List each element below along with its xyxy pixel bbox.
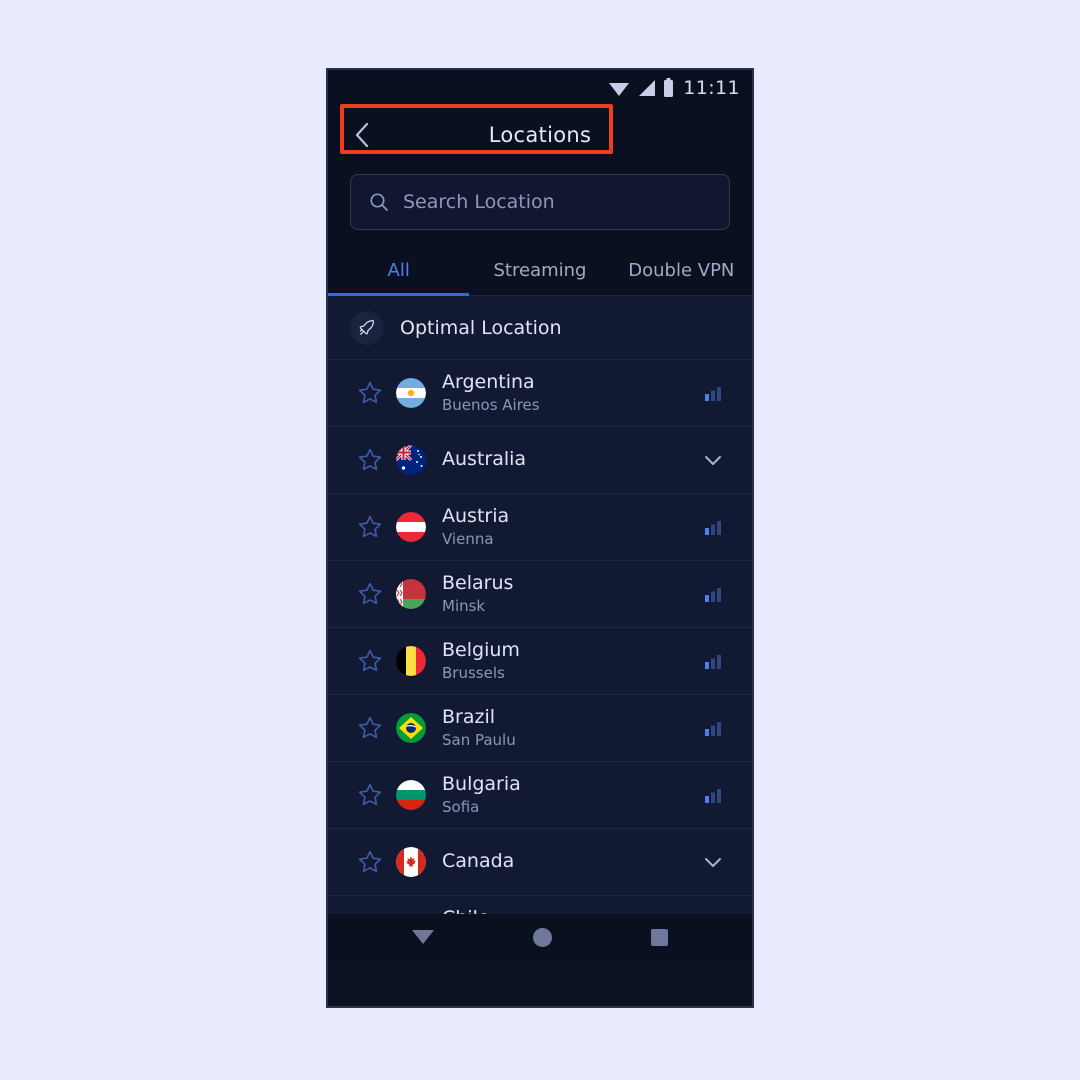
canada-flag — [396, 847, 426, 877]
city-name: Sofia — [442, 797, 480, 816]
belgium-flag — [396, 646, 426, 676]
location-row-argentina[interactable]: Argentina Buenos Aires — [328, 360, 752, 427]
country-name: Brazil — [442, 705, 496, 728]
favorite-star-icon[interactable] — [350, 380, 390, 406]
chevron-down-icon[interactable] — [696, 851, 730, 873]
belarus-flag — [396, 579, 426, 609]
screenshot-root: 11:11 Locations Search Location All Stre… — [0, 0, 1080, 1080]
optimal-location-row[interactable]: Optimal Location — [328, 296, 752, 360]
favorite-star-icon[interactable] — [350, 715, 390, 741]
location-names: Austria Vienna — [442, 505, 696, 549]
signal-bars-icon — [696, 786, 730, 804]
australia-flag — [396, 445, 426, 475]
battery-icon — [664, 78, 674, 97]
country-name: Australia — [442, 448, 527, 471]
bulgaria-flag — [396, 780, 426, 810]
country-name: Austria — [442, 504, 510, 527]
location-row-brazil[interactable]: Brazil San Paulu — [328, 695, 752, 762]
recents-nav-button[interactable] — [651, 928, 669, 946]
city-name: Vienna — [442, 529, 494, 548]
tab-streaming[interactable]: Streaming — [469, 244, 610, 296]
wifi-icon — [609, 83, 630, 96]
search-section: Search Location — [328, 164, 752, 244]
favorite-star-icon[interactable] — [350, 581, 390, 607]
search-placeholder: Search Location — [403, 191, 555, 213]
location-row-australia[interactable]: Australia — [328, 427, 752, 494]
country-name: Belgium — [442, 638, 520, 661]
favorite-star-icon[interactable] — [350, 514, 390, 540]
location-names: Brazil San Paulu — [442, 706, 696, 750]
android-nav-bar — [328, 914, 752, 960]
optimal-location-label: Optimal Location — [400, 316, 562, 339]
country-name: Bulgaria — [442, 772, 521, 795]
austria-flag — [396, 512, 426, 542]
location-row-canada[interactable]: Canada — [328, 829, 752, 896]
location-names: Canada — [442, 850, 696, 874]
city-name: Minsk — [442, 596, 486, 615]
rocket-icon — [350, 310, 384, 345]
location-names: Australia — [442, 448, 696, 472]
location-row-bulgaria[interactable]: Bulgaria Sofia — [328, 762, 752, 829]
title-bar: Locations — [328, 106, 752, 164]
location-row-chile[interactable]: Chile Santiago — [328, 896, 752, 914]
signal-bars-icon — [696, 518, 730, 536]
city-name: Buenos Aires — [442, 395, 540, 414]
location-names: Chile Santiago — [442, 907, 696, 914]
search-icon — [370, 193, 388, 211]
locations-list[interactable]: Optimal Location Argentina Buenos Aires … — [328, 296, 752, 914]
country-name: Canada — [442, 850, 515, 873]
signal-bars-icon — [696, 384, 730, 402]
search-input[interactable]: Search Location — [350, 174, 730, 230]
location-row-belarus[interactable]: Belarus Minsk — [328, 561, 752, 628]
location-names: Bulgaria Sofia — [442, 773, 696, 817]
page-title: Locations — [488, 123, 592, 147]
location-names: Argentina Buenos Aires — [442, 371, 696, 415]
city-name: San Paulu — [442, 730, 516, 749]
cellular-signal-icon — [639, 80, 656, 96]
location-names: Belarus Minsk — [442, 572, 696, 616]
back-button[interactable] — [338, 106, 386, 164]
signal-bars-icon — [696, 652, 730, 670]
tab-all[interactable]: All — [328, 244, 469, 296]
tab-active-indicator — [328, 293, 470, 296]
country-name: Argentina — [442, 370, 535, 393]
location-names: Belgium Brussels — [442, 639, 696, 683]
back-nav-button[interactable] — [411, 930, 434, 944]
home-nav-button[interactable] — [532, 927, 552, 947]
argentina-flag — [396, 378, 426, 408]
country-name: Belarus — [442, 571, 514, 594]
signal-bars-icon — [696, 719, 730, 737]
location-row-austria[interactable]: Austria Vienna — [328, 494, 752, 561]
phone-screen: 11:11 Locations Search Location All Stre… — [326, 68, 754, 1008]
favorite-star-icon[interactable] — [350, 447, 390, 473]
chevron-left-icon — [355, 122, 369, 148]
tab-bar: All Streaming Double VPN — [328, 244, 752, 296]
status-bar: 11:11 — [328, 70, 752, 106]
favorite-star-icon[interactable] — [350, 782, 390, 808]
chevron-down-icon[interactable] — [696, 449, 730, 471]
favorite-star-icon[interactable] — [350, 648, 390, 674]
favorite-star-icon[interactable] — [350, 849, 390, 875]
location-row-belgium[interactable]: Belgium Brussels — [328, 628, 752, 695]
status-bar-clock: 11:11 — [683, 77, 740, 99]
city-name: Brussels — [442, 663, 505, 682]
brazil-flag — [396, 713, 426, 743]
tab-double-vpn[interactable]: Double VPN — [611, 244, 752, 296]
country-name: Chile — [442, 907, 696, 914]
signal-bars-icon — [696, 585, 730, 603]
